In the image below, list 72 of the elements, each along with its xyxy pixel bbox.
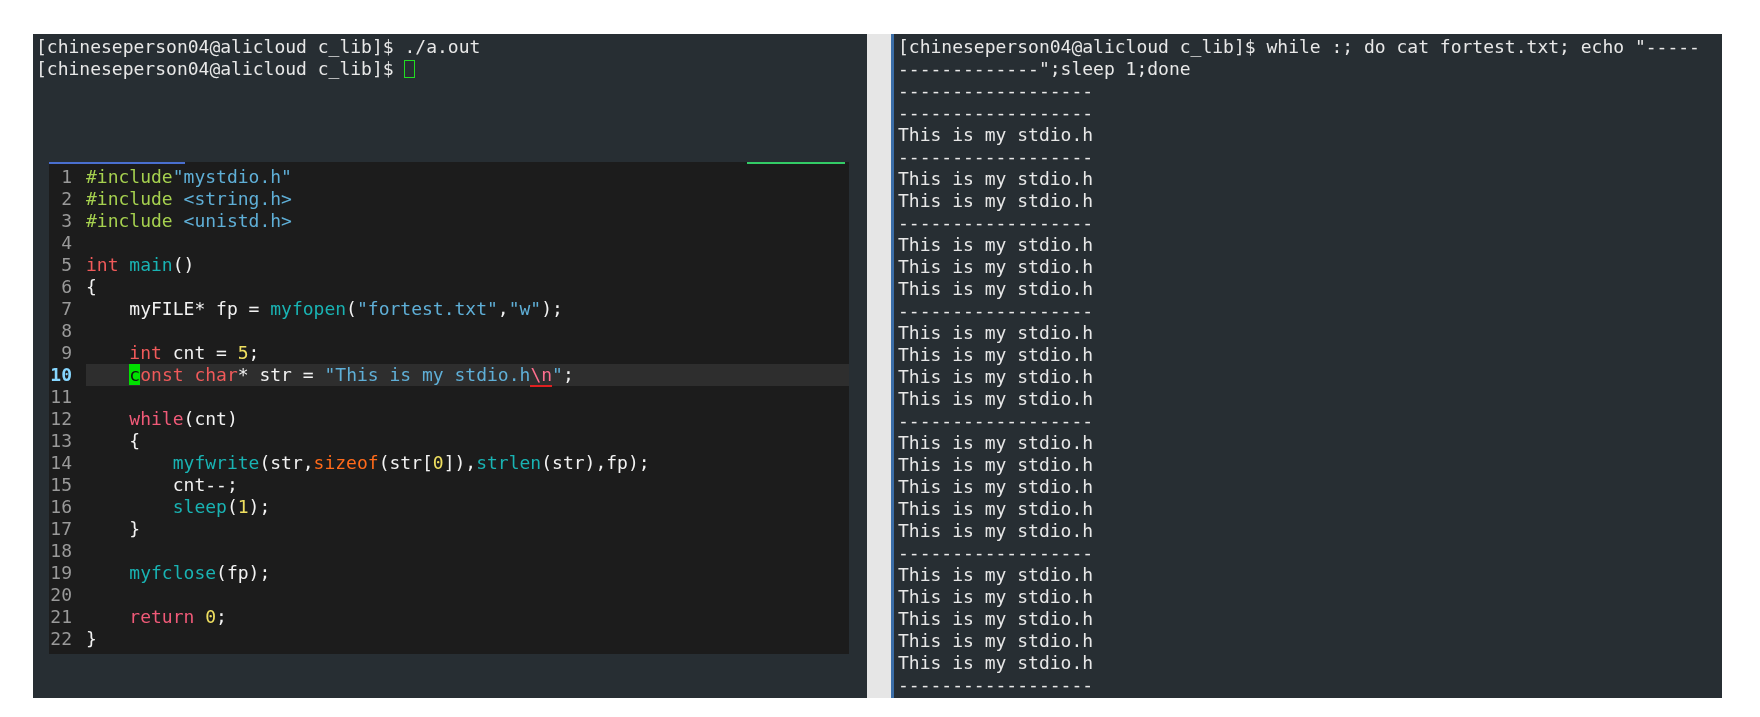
terminal-line: [chineseperson04@alicloud c_lib]$ <box>36 58 395 80</box>
code-line: sleep(1); <box>171 496 272 518</box>
line-number: 16 <box>49 496 73 518</box>
code-line: while(cnt) <box>128 408 239 430</box>
code-line: cnt--; <box>171 474 239 496</box>
terminal-line: This is my stdio.h <box>898 608 1094 630</box>
cursor-icon <box>404 60 416 78</box>
line-number: 17 <box>49 518 73 540</box>
line-number: 12 <box>49 408 73 430</box>
terminal-line: This is my stdio.h <box>898 498 1094 520</box>
code-line: { <box>86 276 98 298</box>
terminal-line: ------------------ <box>898 146 1094 168</box>
code-line: } <box>86 628 98 650</box>
line-number: 7 <box>60 298 73 320</box>
scrollbar[interactable] <box>867 34 891 698</box>
line-number: 21 <box>49 606 73 628</box>
code-line: #include"mystdio.h" <box>86 166 293 188</box>
code-line: #include <string.h> <box>86 188 293 210</box>
line-number: 1 <box>60 166 73 188</box>
line-number: 2 <box>60 188 73 210</box>
terminal-line: This is my stdio.h <box>898 278 1094 300</box>
code-line: return 0; <box>128 606 228 628</box>
code-line: int main() <box>86 254 196 276</box>
line-number: 5 <box>60 254 73 276</box>
terminal-line: This is my stdio.h <box>898 630 1094 652</box>
terminal-line: This is my stdio.h <box>898 652 1094 674</box>
terminal-line: This is my stdio.h <box>898 564 1094 586</box>
terminal-line: This is my stdio.h <box>898 366 1094 388</box>
terminal-line: This is my stdio.h <box>898 476 1094 498</box>
terminal-line: -------------";sleep 1;done <box>898 58 1191 80</box>
line-number: 11 <box>49 386 73 408</box>
line-number: 3 <box>60 210 73 232</box>
terminal-line: This is my stdio.h <box>898 344 1094 366</box>
line-number: 13 <box>49 430 73 452</box>
code-line: myfclose(fp); <box>128 562 272 584</box>
code-line: int cnt = 5; <box>128 342 261 364</box>
code-line: myfwrite(str,sizeof(str[0]),strlen(str),fp); <box>171 452 651 474</box>
terminal-line: ------------------ <box>898 410 1094 432</box>
line-number: 10 <box>49 364 73 386</box>
terminal-line: This is my stdio.h <box>898 586 1094 608</box>
terminal-line: [chineseperson04@alicloud c_lib]$ ./a.out <box>36 36 481 58</box>
terminal-line: This is my stdio.h <box>898 234 1094 256</box>
terminal-line: This is my stdio.h <box>898 190 1094 212</box>
line-number: 20 <box>49 584 73 606</box>
terminal-line: ------------------ <box>898 102 1094 124</box>
code-line: #include <unistd.h> <box>86 210 293 232</box>
terminal-line: This is my stdio.h <box>898 388 1094 410</box>
line-number: 6 <box>60 276 73 298</box>
line-number: 18 <box>49 540 73 562</box>
line-number: 19 <box>49 562 73 584</box>
terminal-line: This is my stdio.h <box>898 256 1094 278</box>
line-number: 8 <box>60 320 73 342</box>
terminal-line: This is my stdio.h <box>898 454 1094 476</box>
terminal-line: This is my stdio.h <box>898 124 1094 146</box>
line-number: 15 <box>49 474 73 496</box>
terminal-line: This is my stdio.h <box>898 432 1094 454</box>
terminal-line: ------------------ <box>898 674 1094 696</box>
line-number: 22 <box>49 628 73 650</box>
line-number: 9 <box>60 342 73 364</box>
terminal-line: ------------------ <box>898 300 1094 322</box>
terminal-line: This is my stdio.h <box>898 520 1094 542</box>
code-line: { <box>128 430 142 452</box>
line-number: 4 <box>60 232 73 254</box>
terminal-line: This is my stdio.h <box>898 168 1094 190</box>
code-line: } <box>128 518 142 540</box>
terminal-line: ------------------ <box>898 80 1094 102</box>
code-line: myFILE* fp = myfopen("fortest.txt","w"); <box>128 298 564 320</box>
terminal-line: [chineseperson04@alicloud c_lib]$ while :; do cat fortest.txt; echo "----- <box>898 36 1700 58</box>
terminal-line: ------------------ <box>898 542 1094 564</box>
terminal-line: This is my stdio.h <box>898 322 1094 344</box>
terminal-line: ------------------ <box>898 212 1094 234</box>
line-number: 14 <box>49 452 73 474</box>
